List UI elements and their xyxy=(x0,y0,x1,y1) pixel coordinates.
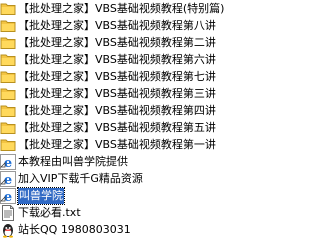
list-item[interactable]: 【批处理之家】VBS基础视频教程第五讲 xyxy=(0,119,216,136)
folder-icon xyxy=(0,1,16,17)
file-name: 站长QQ 1980803031 xyxy=(18,222,131,236)
ie-shortcut-icon: e xyxy=(0,153,16,170)
file-name: 【批处理之家】VBS基础视频教程第二讲 xyxy=(18,35,216,49)
file-name: 加入VIP下载千G精品资源 xyxy=(18,171,143,185)
file-list: 【批处理之家】VBS基础视频教程(特别篇) 【批处理之家】VBS基础视频教程第八… xyxy=(0,0,245,240)
folder-icon xyxy=(0,69,16,85)
qq-icon xyxy=(0,222,16,238)
folder-icon xyxy=(0,103,16,119)
file-name: 【批处理之家】VBS基础视频教程第三讲 xyxy=(18,86,216,100)
ie-shortcut-icon: e xyxy=(0,187,16,204)
file-name: 本教程由叫兽学院提供 xyxy=(18,154,128,168)
file-name: 【批处理之家】VBS基础视频教程第八讲 xyxy=(18,18,216,32)
folder-icon xyxy=(0,137,16,153)
list-item[interactable]: 站长QQ 1980803031 xyxy=(0,221,131,238)
file-name: 下载必看.txt xyxy=(18,205,81,219)
file-name: 【批处理之家】VBS基础视频教程(特别篇) xyxy=(18,1,225,15)
list-item[interactable]: e 本教程由叫兽学院提供 xyxy=(0,153,128,170)
list-item[interactable]: e 加入VIP下载千G精品资源 xyxy=(0,170,143,187)
list-item[interactable]: e 叫兽学院 xyxy=(0,186,65,205)
ie-shortcut-icon: e xyxy=(0,170,16,187)
list-item[interactable]: 【批处理之家】VBS基础视频教程第三讲 xyxy=(0,85,216,102)
list-item[interactable]: 【批处理之家】VBS基础视频教程第二讲 xyxy=(0,34,216,51)
list-item[interactable]: 【批处理之家】VBS基础视频教程第六讲 xyxy=(0,51,216,68)
folder-icon xyxy=(0,52,16,68)
list-item[interactable]: 【批处理之家】VBS基础视频教程第一讲 xyxy=(0,136,216,153)
file-name: 【批处理之家】VBS基础视频教程第五讲 xyxy=(18,120,216,134)
file-name: 【批处理之家】VBS基础视频教程第一讲 xyxy=(18,137,216,151)
folder-icon xyxy=(0,18,16,34)
file-name: 【批处理之家】VBS基础视频教程第四讲 xyxy=(18,103,216,117)
list-item[interactable]: 【批处理之家】VBS基础视频教程第八讲 xyxy=(0,17,216,34)
file-name: 【批处理之家】VBS基础视频教程第七讲 xyxy=(18,69,216,83)
text-file-icon xyxy=(0,204,16,221)
list-item[interactable]: 下载必看.txt xyxy=(0,204,81,221)
list-item[interactable]: 【批处理之家】VBS基础视频教程第四讲 xyxy=(0,102,216,119)
folder-icon xyxy=(0,86,16,102)
list-item[interactable]: 【批处理之家】VBS基础视频教程(特别篇) xyxy=(0,0,224,17)
folder-icon xyxy=(0,120,16,136)
folder-icon xyxy=(0,35,16,51)
list-item[interactable]: 【批处理之家】VBS基础视频教程第七讲 xyxy=(0,68,216,85)
file-name-selected: 叫兽学院 xyxy=(17,186,65,205)
file-name: 【批处理之家】VBS基础视频教程第六讲 xyxy=(18,52,216,66)
